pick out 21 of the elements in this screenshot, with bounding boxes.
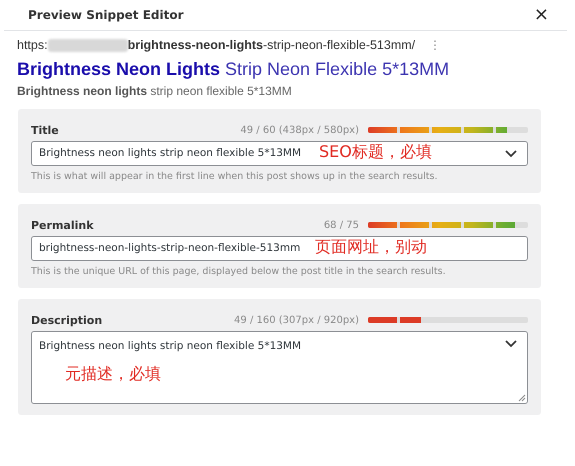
- annotation-text: 页面网址，别动: [315, 237, 427, 258]
- character-counter: 68 / 75: [324, 220, 359, 230]
- resize-handle-icon[interactable]: [518, 394, 526, 402]
- chevron-icon[interactable]: [505, 150, 517, 158]
- character-counter: 49 / 160 (307px / 920px): [234, 314, 359, 326]
- annotation-text: SEO标题，必填: [319, 142, 432, 163]
- close-button[interactable]: ×: [534, 6, 549, 24]
- character-counter: 49 / 60 (438px / 580px): [240, 124, 359, 136]
- preview-description: Brightness neon lights strip neon flexible 5*13MM: [17, 84, 293, 98]
- dialog-title: Preview Snippet Editor: [27, 8, 184, 22]
- field-label: Permalink: [31, 218, 95, 232]
- url-text: brightness-neon-lights-strip-neon-flexible-513mm/: [128, 38, 416, 52]
- field-label: Title: [31, 124, 60, 136]
- chevron-icon[interactable]: [505, 340, 517, 348]
- url-text: https:: [17, 38, 48, 52]
- more-icon[interactable]: ⋮: [429, 38, 442, 52]
- help-text: This is the unique URL of this page, displayed below the post title in the search results.: [31, 266, 447, 277]
- help-text: This is what will appear in the first line when this post shows up in the search results.: [31, 171, 438, 182]
- annotation-text: 元描述，必填: [65, 364, 161, 385]
- field-label: Description: [31, 314, 104, 326]
- preview-title[interactable]: Brightness Neon Lights Strip Neon Flexible 5*13MM: [17, 59, 575, 80]
